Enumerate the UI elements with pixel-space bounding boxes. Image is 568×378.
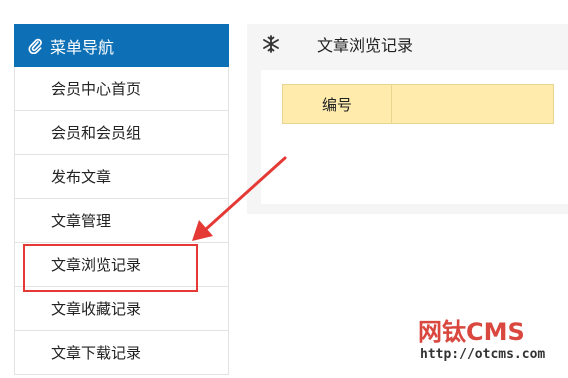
column-header-empty	[392, 85, 553, 123]
sidebar-item-label: 发布文章	[51, 168, 112, 186]
main-title-bar: 文章浏览记录	[247, 24, 568, 64]
sidebar-item-label: 会员中心首页	[51, 80, 142, 98]
main-content: 编号	[247, 64, 568, 214]
sidebar-item-members-groups[interactable]: 会员和会员组	[14, 111, 229, 155]
sidebar-item-member-home[interactable]: 会员中心首页	[14, 67, 229, 111]
sidebar-nav: 菜单导航 会员中心首页 会员和会员组 发布文章 文章管理 文章浏览记录 文章收藏…	[14, 24, 229, 378]
sidebar-item-label: 文章管理	[51, 212, 112, 230]
sidebar-item-download-history[interactable]: 文章下载记录	[14, 331, 229, 375]
sidebar-item-publish-article[interactable]: 发布文章	[14, 155, 229, 199]
sidebar-item-article-management[interactable]: 文章管理	[14, 199, 229, 243]
sidebar-item-favorites-history[interactable]: 文章收藏记录	[14, 287, 229, 331]
snowflake-icon	[263, 35, 279, 53]
sidebar-item-label: 会员和会员组	[51, 124, 142, 142]
sidebar-item-label: 文章收藏记录	[51, 300, 142, 318]
watermark-url: http://otcms.com	[420, 347, 546, 362]
paperclip-icon	[28, 38, 42, 54]
sidebar-item-label: 文章下载记录	[51, 344, 142, 362]
watermark-logo: 网钛CMS http://otcms.com	[418, 318, 558, 373]
page: 菜单导航 会员中心首页 会员和会员组 发布文章 文章管理 文章浏览记录 文章收藏…	[0, 0, 568, 378]
page-title: 文章浏览记录	[317, 36, 414, 55]
sidebar-header-label: 菜单导航	[50, 37, 115, 57]
highlight-box	[23, 244, 198, 292]
watermark-brand: 网钛CMS	[418, 318, 525, 346]
sidebar-header: 菜单导航	[14, 24, 229, 67]
table-header-row: 编号	[282, 84, 554, 124]
column-header-number: 编号	[283, 85, 392, 123]
